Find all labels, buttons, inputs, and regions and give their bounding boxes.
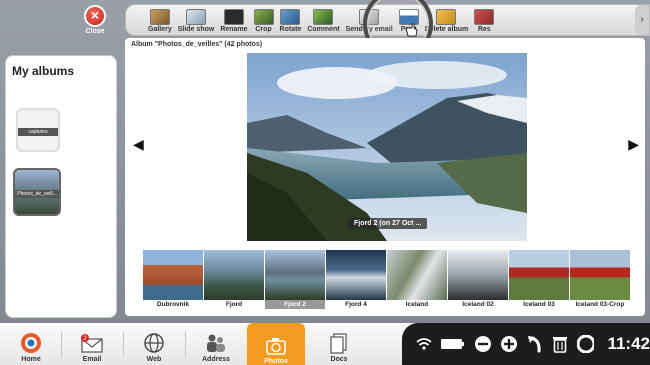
previous-photo-arrow[interactable]: ◀ [133,136,144,153]
thumbnail-image [570,250,630,300]
status-bar: 11:42 [402,323,650,365]
comment-button[interactable]: Comment [307,5,340,35]
thumbnail-item[interactable]: Fjord [204,250,264,309]
comment-icon [313,9,334,25]
thumbnail-item[interactable]: Iceland 02 [448,250,508,309]
album-captures[interactable]: captures [16,108,60,152]
camera-icon [266,338,286,355]
close-icon: × [84,5,106,27]
thumbnail-item[interactable]: Fjord 2 [265,250,325,309]
sidebar-title: My albums [12,64,75,78]
bottom-navigation: Home 2 Email Web Address Photos Docs 11:… [0,323,650,365]
slideshow-button[interactable]: Slide show [178,5,214,35]
album-viewer: Album "Photos_de_veilles" (42 photos) ◀ … [125,38,645,316]
thumbnail-item[interactable]: Iceland [387,250,447,309]
rotate-icon [280,9,301,25]
crop-icon [253,9,274,25]
nav-address[interactable]: Address [187,327,245,363]
gallery-button[interactable]: Gallery [148,5,172,35]
trash-icon[interactable] [552,335,568,353]
fjord-photo-image [247,53,527,241]
battery-icon [440,339,464,349]
nav-photos[interactable]: Photos [247,323,305,365]
thumbnail-strip: Dubrovnik Fjord Fjord 2 Fjord 4 Iceland … [143,250,631,309]
album-title: Album "Photos_de_veilles" (42 photos) [131,41,263,48]
thumbnail-image [204,250,264,300]
toolbar-next-arrow[interactable]: › [635,5,649,35]
help-lifebuoy-icon[interactable] [576,335,595,353]
crop-button[interactable]: Crop [253,5,274,35]
nav-web[interactable]: Web [125,327,183,363]
thumbnail-item[interactable]: Iceland 03-Crop [570,250,630,309]
nav-docs[interactable]: Docs [310,327,368,363]
thumbnail-image [387,250,447,300]
album-photos-de-veilles[interactable]: Photos_de_veill... [13,168,61,216]
gallery-icon [149,9,170,25]
rename-button[interactable]: Rename [220,5,248,35]
email-icon: 2 [81,334,103,353]
close-label: Close [85,28,105,35]
clock: 11:42 [607,334,650,353]
volume-down-icon[interactable] [474,335,492,353]
next-photo-arrow[interactable]: ▶ [628,136,639,153]
nav-separator [123,331,124,357]
thumbnail-item[interactable]: Iceland 03 [509,250,569,309]
thumbnail-image [448,250,508,300]
address-icon [207,334,225,352]
volume-up-icon[interactable] [500,335,518,353]
albums-sidebar: My albums captures Photos_de_veill... [5,55,117,318]
nav-email[interactable]: 2 Email [63,327,121,363]
thumbnail-item[interactable]: Fjord 4 [326,250,386,309]
close-button[interactable]: × Close [80,5,110,35]
web-icon [144,333,164,353]
wifi-icon[interactable] [416,337,432,351]
photo-caption: Fjord 2 (on 27 Oct ... [348,218,428,229]
nav-home[interactable]: Home [2,327,60,363]
thumbnail-image [326,250,386,300]
main-photo[interactable]: Fjord 2 (on 27 Oct ... [247,53,527,241]
rotate-button[interactable]: Rotate [280,5,301,35]
thumbnail-image [265,250,325,300]
thumbnail-image [143,250,203,300]
thumbnail-image [509,250,569,300]
thumbnail-item[interactable]: Dubrovnik [143,250,203,309]
home-icon [21,333,41,353]
docs-icon [330,333,347,354]
nav-separator [61,331,62,357]
nav-separator [185,331,186,357]
slideshow-icon [186,9,207,25]
undo-icon[interactable] [527,335,543,353]
rename-icon [223,9,244,25]
